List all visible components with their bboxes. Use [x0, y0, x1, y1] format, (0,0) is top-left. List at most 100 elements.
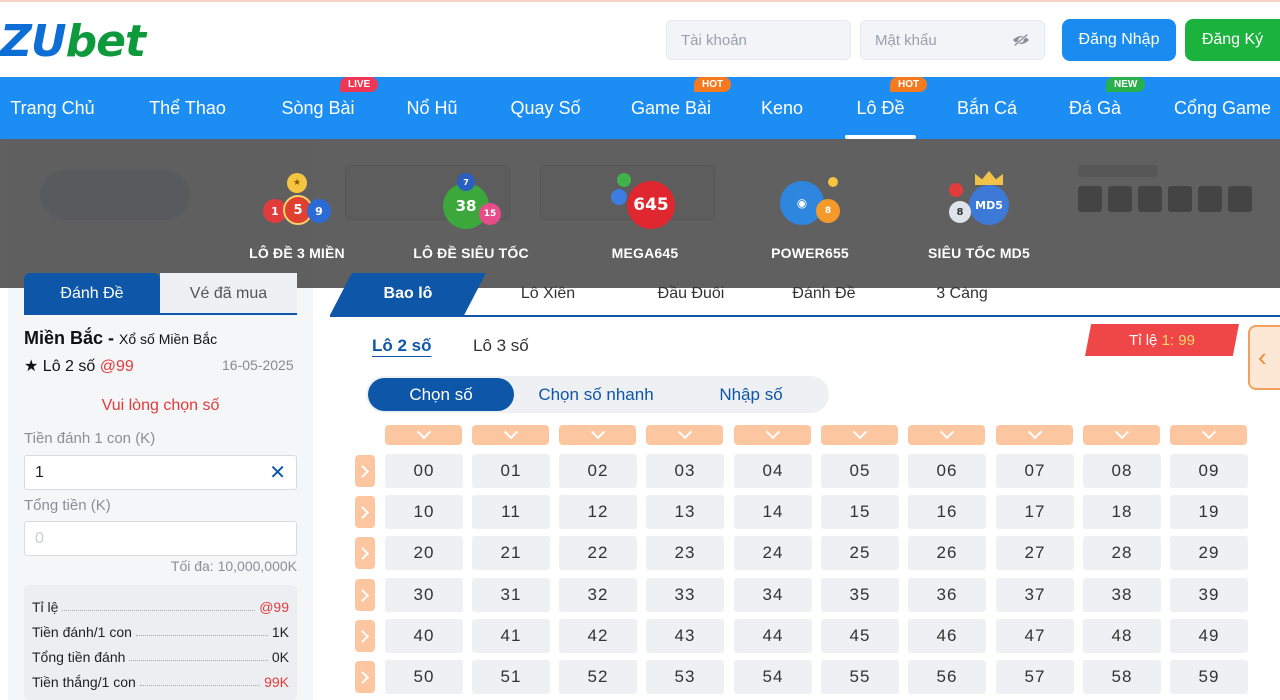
number-cell[interactable]: 45: [821, 619, 899, 653]
login-button[interactable]: Đăng Nhập: [1062, 19, 1176, 61]
number-cell[interactable]: 23: [646, 536, 724, 570]
number-cell[interactable]: 08: [1083, 454, 1161, 488]
register-button[interactable]: Đăng Ký: [1185, 19, 1280, 61]
number-cell[interactable]: 26: [908, 536, 986, 570]
number-cell[interactable]: 58: [1083, 660, 1161, 694]
number-cell[interactable]: 24: [734, 536, 812, 570]
number-cell[interactable]: 22: [559, 536, 637, 570]
tab-bao-lo[interactable]: Bao lô: [330, 273, 486, 315]
select-row-button[interactable]: [355, 620, 375, 652]
nav-item-keno[interactable]: Keno: [752, 77, 812, 139]
number-cell[interactable]: 25: [821, 536, 899, 570]
number-cell[interactable]: 44: [734, 619, 812, 653]
number-cell[interactable]: 18: [1083, 495, 1161, 529]
number-cell[interactable]: 16: [908, 495, 986, 529]
nav-item-sports[interactable]: Thể Thao: [140, 77, 235, 139]
select-column-button[interactable]: [908, 425, 985, 445]
select-column-button[interactable]: [1170, 425, 1247, 445]
eye-off-icon[interactable]: [1012, 33, 1030, 47]
select-column-button[interactable]: [1083, 425, 1160, 445]
tab-purchased-tickets[interactable]: Vé đã mua: [160, 273, 297, 313]
total-input[interactable]: 0: [24, 521, 297, 556]
select-row-button[interactable]: [355, 496, 375, 528]
number-cell[interactable]: 27: [996, 536, 1074, 570]
number-cell[interactable]: 41: [472, 619, 550, 653]
number-cell[interactable]: 46: [908, 619, 986, 653]
number-cell[interactable]: 33: [646, 578, 724, 612]
number-cell[interactable]: 35: [821, 578, 899, 612]
menu-item-lo-de-sieu-toc[interactable]: 38 15 7 LÔ ĐỀ SIÊU TỐC: [396, 169, 546, 261]
stake-input[interactable]: 1 ✕: [24, 455, 297, 490]
number-cell[interactable]: 11: [472, 495, 550, 529]
number-cell[interactable]: 32: [559, 578, 637, 612]
tab-3-cang[interactable]: 3 Càng: [920, 273, 1004, 315]
number-cell[interactable]: 55: [821, 660, 899, 694]
number-cell[interactable]: 50: [385, 660, 463, 694]
number-cell[interactable]: 07: [996, 454, 1074, 488]
number-cell[interactable]: 04: [734, 454, 812, 488]
password-input[interactable]: Mật khẩu: [860, 20, 1045, 60]
number-cell[interactable]: 34: [734, 578, 812, 612]
select-column-button[interactable]: [472, 425, 549, 445]
menu-item-mega645[interactable]: 645 MEGA645: [570, 169, 720, 261]
nav-item-slots[interactable]: Nổ Hũ: [396, 77, 468, 139]
tab-danh-de[interactable]: Đánh Đề: [776, 273, 872, 315]
nav-item-game-portal[interactable]: Cổng Game: [1165, 77, 1280, 139]
nav-item-lottery-draw[interactable]: Quay Số: [500, 77, 591, 139]
number-cell[interactable]: 14: [734, 495, 812, 529]
select-row-button[interactable]: [355, 455, 375, 487]
tab-lo-2-so[interactable]: Lô 2 số: [372, 336, 432, 356]
menu-item-power655[interactable]: ◉ 8 POWER655: [735, 169, 885, 261]
number-cell[interactable]: 30: [385, 578, 463, 612]
tab-enter-number[interactable]: Nhập số: [696, 376, 806, 413]
number-cell[interactable]: 54: [734, 660, 812, 694]
clear-icon[interactable]: ✕: [269, 460, 286, 485]
username-input[interactable]: Tài khoản: [666, 20, 851, 60]
number-cell[interactable]: 43: [646, 619, 724, 653]
number-cell[interactable]: 12: [559, 495, 637, 529]
number-cell[interactable]: 17: [996, 495, 1074, 529]
number-cell[interactable]: 31: [472, 578, 550, 612]
number-cell[interactable]: 28: [1083, 536, 1161, 570]
menu-item-lo-de-3-mien[interactable]: 1 5 9 ★ LÔ ĐỀ 3 MIỀN: [222, 169, 372, 261]
number-cell[interactable]: 49: [1170, 619, 1248, 653]
tab-lo-xien[interactable]: Lô Xiên: [502, 273, 594, 315]
number-cell[interactable]: 39: [1170, 578, 1248, 612]
number-cell[interactable]: 29: [1170, 536, 1248, 570]
number-cell[interactable]: 00: [385, 454, 463, 488]
number-cell[interactable]: 06: [908, 454, 986, 488]
number-cell[interactable]: 37: [996, 578, 1074, 612]
number-cell[interactable]: 13: [646, 495, 724, 529]
side-panel-toggle[interactable]: ‹: [1248, 325, 1280, 390]
select-column-button[interactable]: [559, 425, 636, 445]
number-cell[interactable]: 01: [472, 454, 550, 488]
tab-lo-3-so[interactable]: Lô 3 số: [473, 336, 529, 356]
number-cell[interactable]: 51: [472, 660, 550, 694]
select-column-button[interactable]: [734, 425, 811, 445]
tab-choose-number[interactable]: Chọn số: [368, 378, 514, 411]
select-column-button[interactable]: [646, 425, 723, 445]
nav-item-fishing[interactable]: Bắn Cá: [948, 77, 1026, 139]
number-cell[interactable]: 38: [1083, 578, 1161, 612]
number-cell[interactable]: 53: [646, 660, 724, 694]
select-row-button[interactable]: [355, 537, 375, 569]
number-cell[interactable]: 57: [996, 660, 1074, 694]
number-cell[interactable]: 03: [646, 454, 724, 488]
select-row-button[interactable]: [355, 579, 375, 611]
number-cell[interactable]: 20: [385, 536, 463, 570]
number-cell[interactable]: 47: [996, 619, 1074, 653]
number-cell[interactable]: 36: [908, 578, 986, 612]
select-column-button[interactable]: [821, 425, 898, 445]
tab-bet[interactable]: Đánh Đề: [24, 273, 160, 313]
number-cell[interactable]: 56: [908, 660, 986, 694]
number-cell[interactable]: 48: [1083, 619, 1161, 653]
tab-dau-duoi[interactable]: Đầu Đuôi: [636, 273, 746, 315]
select-column-button[interactable]: [385, 425, 462, 445]
tab-quick-pick[interactable]: Chọn số nhanh: [526, 376, 666, 413]
number-cell[interactable]: 19: [1170, 495, 1248, 529]
number-cell[interactable]: 05: [821, 454, 899, 488]
number-cell[interactable]: 52: [559, 660, 637, 694]
number-cell[interactable]: 09: [1170, 454, 1248, 488]
number-cell[interactable]: 42: [559, 619, 637, 653]
number-cell[interactable]: 40: [385, 619, 463, 653]
